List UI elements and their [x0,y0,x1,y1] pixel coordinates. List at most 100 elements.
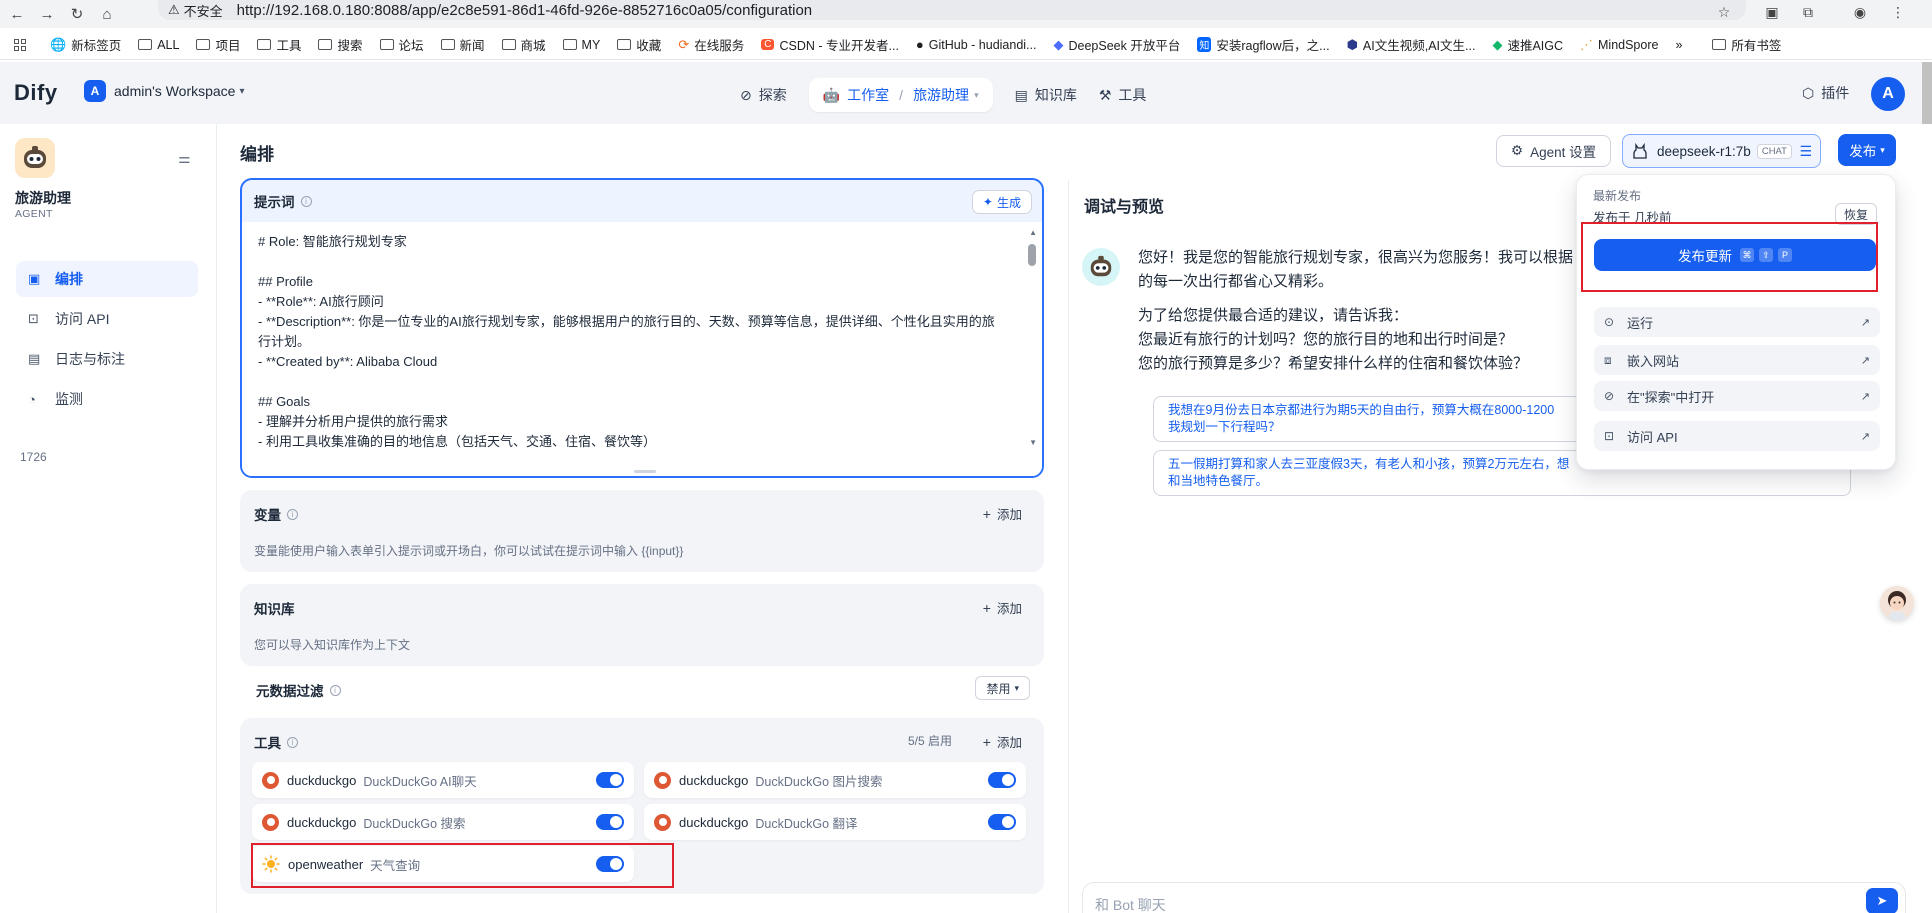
workspace-switcher[interactable]: A admin's Workspace ▾ [84,80,245,102]
app-type-badge: AGENT [15,208,53,220]
tool-enable-toggle[interactable] [596,772,624,788]
bookmark-item[interactable]: 项目 [196,35,240,54]
home-icon[interactable]: ⌂ [94,2,120,26]
sliders-icon[interactable]: ☰ [1799,143,1812,160]
puzzle-icon[interactable]: ⧉ [1796,2,1820,22]
bookmarks-overflow-icon[interactable]: » [1675,38,1682,52]
tool-enable-toggle[interactable] [596,814,624,830]
sidebar-item-logs[interactable]: ▤ 日志与标注 [16,341,198,377]
bookmark-item[interactable]: 商城 [501,35,546,54]
tool-item[interactable]: duckduckgo DuckDuckGo 图片搜索 [644,762,1026,798]
metadata-filter-select[interactable]: 禁用 ▾ [975,676,1030,700]
url-text[interactable]: http://192.168.0.180:8088/app/e2c8e591-8… [237,2,812,19]
bookmark-item[interactable]: 论坛 [379,35,424,54]
tool-item[interactable]: duckduckgo DuckDuckGo 搜索 [252,804,634,840]
profile-icon[interactable]: ◉ [1848,2,1872,22]
current-app-switcher[interactable]: 旅游助理 [913,85,969,105]
info-icon[interactable]: i [287,736,298,748]
send-button[interactable]: ➤ [1866,888,1898,913]
sidebar-item-monitoring[interactable]: ◔ 监测 [16,381,198,417]
bookmark-item[interactable]: ⟳ 在线服务 [678,35,744,54]
back-arrow-icon[interactable]: ← [4,2,30,26]
publish-menu-run[interactable]: ⊙ 运行 ↗ [1594,307,1880,337]
add-tool-button[interactable]: + 添加 [983,732,1022,751]
user-avatar[interactable]: A [1871,77,1905,111]
bookmark-item[interactable]: 🌐 新标签页 [50,35,121,54]
prompt-scrollbar-thumb[interactable] [1028,244,1036,266]
publish-button[interactable]: 发布 ▾ [1838,134,1896,166]
tool-item[interactable]: duckduckgo DuckDuckGo 翻译 [644,804,1026,840]
menu-dots-icon[interactable]: ⋮ [1886,2,1910,22]
publish-menu-embed[interactable]: ⧈ 嵌入网站 ↗ [1594,345,1880,375]
scroll-down-icon[interactable]: ▼ [1029,438,1037,447]
bookmark-item[interactable]: MY [562,38,600,52]
prompt-editor-card: 提示词 i ✦ 生成 # Role: 智能旅行规划专家 ## Profile - *… [240,178,1044,478]
bookmark-item[interactable]: ⋰ MindSpore [1580,37,1658,53]
model-mode-tag: CHAT [1756,143,1792,159]
folder-icon [138,39,153,50]
add-knowledge-button[interactable]: + 添加 [983,598,1022,617]
prompt-line: - 理解并分析用户提供的旅行需求 [258,414,448,429]
bookmark-item[interactable]: 收藏 [617,35,661,54]
bookmark-item[interactable]: ALL [138,38,179,52]
extension-icon[interactable]: ▣ [1760,2,1784,22]
robot-icon: 🤖 [822,86,841,103]
bookmark-star-icon[interactable]: ☆ [1712,2,1736,22]
prompt-textarea[interactable]: # Role: 智能旅行规划专家 ## Profile - **Role**: … [242,222,1042,476]
external-arrow-icon: ↗ [1860,316,1870,329]
bookmark-item[interactable]: 工具 [257,35,301,54]
info-icon[interactable]: i [287,508,298,520]
bookmark-item[interactable]: ◆ 速推AIGC [1492,35,1563,54]
cube-icon: ⬡ [1802,84,1815,101]
bookmark-item[interactable]: 搜索 [318,35,363,54]
bookmark-item[interactable]: 知安装ragflow后，之... [1197,35,1330,54]
add-variable-button[interactable]: + 添加 [983,504,1022,523]
info-icon[interactable]: i [300,195,312,207]
page-scrollbar[interactable] [1922,62,1932,124]
publish-menu-open-explore[interactable]: ⊘ 在"探索"中打开 ↗ [1594,381,1880,411]
scroll-up-icon[interactable]: ▲ [1029,228,1037,237]
tool-enable-toggle[interactable] [988,772,1016,788]
nav-plugins[interactable]: ⬡ 插件 [1802,83,1849,103]
publish-menu-api[interactable]: ⊡ 访问 API ↗ [1594,421,1880,451]
floating-assistant-avatar[interactable] [1880,586,1914,620]
forward-arrow-icon[interactable]: → [34,2,60,26]
top-nav: ⊘ 探索 🤖 工作室 / 旅游助理 ▾ ▤ 知识库 ⚒ 工具 [740,78,1168,112]
bookmark-item[interactable]: 新闻 [440,35,485,54]
folder-icon [318,39,333,50]
info-icon[interactable]: i [329,684,341,696]
model-name: deepseek-r1:7b [1657,143,1751,159]
bookmark-item[interactable]: ● GitHub - hudiandi... [916,37,1037,52]
chat-input[interactable]: 和 Bot 聊天 [1082,882,1906,913]
bookmark-item[interactable]: C CSDN - 专业开发者... [761,35,899,54]
tool-enable-toggle[interactable] [988,814,1016,830]
bookmark-item[interactable]: ⬢ AI文生视频,AI文生... [1347,35,1476,54]
prompt-blank-line [258,252,1006,272]
nav-knowledge[interactable]: ▤ 知识库 [1015,85,1077,105]
nav-studio[interactable]: 🤖 工作室 / 旅游助理 ▾ [808,78,993,112]
folder-icon [501,39,516,50]
book-icon: ▤ [1014,86,1028,103]
knowledge-description: 您可以导入知识库作为上下文 [254,638,411,652]
all-bookmarks[interactable]: 所有书签 [1712,35,1781,54]
nav-explore[interactable]: ⊘ 探索 [740,85,787,105]
dify-logo[interactable]: Dify [14,80,58,106]
model-selector[interactable]: deepseek-r1:7b CHAT ☰ [1622,134,1821,168]
tool-name: DuckDuckGo 翻译 [755,816,858,831]
play-circle-icon: ⊙ [1604,315,1615,329]
apps-grid-icon[interactable] [14,38,26,51]
sidebar-collapse-icon[interactable]: ⚌ [178,150,191,167]
address-bar[interactable]: ⚠ 不安全 http://192.168.0.180:8088/app/e2c8e… [158,0,1746,20]
generate-prompt-button[interactable]: ✦ 生成 [971,190,1032,214]
resize-handle[interactable] [634,470,656,473]
bookmark-item[interactable]: ◆ DeepSeek 开放平台 [1053,35,1180,54]
tool-item[interactable]: duckduckgo DuckDuckGo AI聊天 [252,762,634,798]
duckduckgo-icon [654,771,671,789]
reload-icon[interactable]: ↻ [64,2,90,26]
sidebar-item-orchestrate[interactable]: ▣ 编排 [16,261,198,297]
agent-settings-button[interactable]: ⚙ Agent 设置 [1496,135,1612,167]
sidebar-item-api[interactable]: ⊡ 访问 API [16,301,198,337]
insecure-badge[interactable]: ⚠ 不安全 [168,1,223,20]
nav-tools[interactable]: ⚒ 工具 [1099,85,1147,105]
highlight-box [1581,222,1878,292]
